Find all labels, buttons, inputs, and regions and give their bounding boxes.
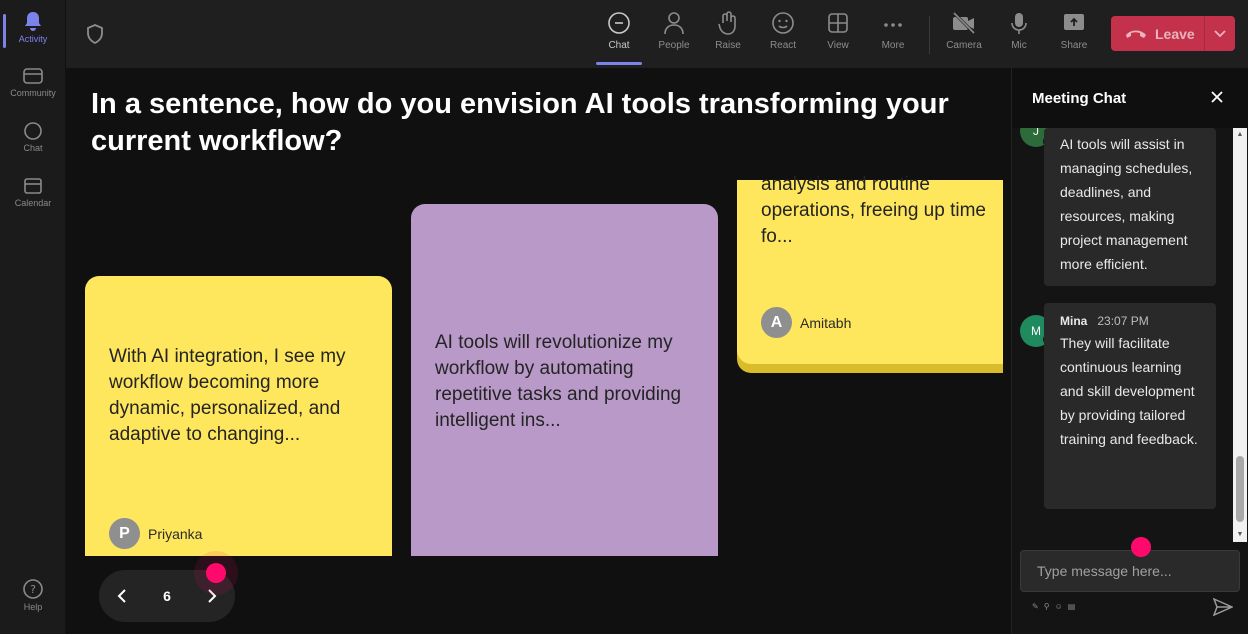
tool-share-label: Share — [1060, 40, 1088, 51]
help-icon: ? — [23, 579, 43, 599]
chat-title: Meeting Chat — [1032, 90, 1127, 107]
tool-people[interactable]: People — [652, 10, 696, 51]
rail-activity[interactable]: Activity — [0, 10, 66, 48]
chat-scrollbar[interactable]: ▲ ▼ — [1233, 128, 1247, 542]
rail-help-label: Help — [23, 602, 43, 612]
rail-calendar[interactable]: Calendar — [0, 176, 66, 208]
leave-button[interactable]: Leave — [1111, 16, 1235, 51]
message-time: 23:07 PM — [1097, 314, 1149, 328]
chevron-down-icon — [1214, 29, 1226, 37]
tool-more[interactable]: More — [871, 10, 915, 51]
avatar: A — [761, 307, 792, 338]
leave-options[interactable] — [1205, 29, 1235, 38]
card-author: A Amitabh — [761, 307, 851, 338]
page-number: 6 — [163, 588, 171, 604]
chat-header: Meeting Chat — [1012, 68, 1248, 128]
tool-people-label: People — [658, 40, 690, 51]
card-text: With AI integration, I see my workflow b… — [109, 346, 346, 445]
send-icon[interactable] — [1213, 598, 1233, 616]
sender-name: Mina — [1060, 314, 1088, 328]
tool-react[interactable]: React — [761, 10, 805, 51]
tool-chat-label: Chat — [608, 40, 630, 51]
tool-camera-label: Camera — [946, 40, 982, 51]
message-text: They will facilitate continuous learning… — [1060, 335, 1198, 447]
tool-raise[interactable]: Raise — [706, 10, 750, 51]
community-icon — [23, 68, 43, 84]
scroll-up-icon[interactable]: ▲ — [1236, 131, 1244, 139]
message-input[interactable]: Type message here... — [1020, 550, 1240, 592]
author-name: Amitabh — [800, 314, 852, 331]
rail-calendar-label: Calendar — [14, 198, 52, 208]
gif-icon[interactable]: ▤ — [1068, 602, 1076, 611]
author-name: Priyanka — [148, 525, 203, 542]
camera-off-icon — [952, 11, 976, 35]
tool-camera[interactable]: Camera — [942, 10, 986, 51]
leave-main[interactable]: Leave — [1111, 16, 1205, 51]
tool-react-label: React — [769, 40, 797, 51]
card-text: AI tools will revolutionize my workflow … — [435, 332, 682, 431]
app-rail: Activity Community Chat Calendar ? Help — [0, 0, 66, 634]
scroll-down-icon[interactable]: ▼ — [1236, 531, 1244, 539]
pointer-dot — [206, 563, 226, 583]
chevron-left-icon[interactable] — [117, 588, 127, 604]
grid-icon — [828, 13, 848, 33]
rail-help[interactable]: ? Help — [0, 578, 66, 612]
meeting-toolbar: Chat People Raise React View More Camera… — [66, 0, 1248, 68]
hand-icon — [718, 11, 736, 35]
phone-hangup-icon — [1126, 30, 1146, 38]
share-screen-icon — [1064, 14, 1084, 30]
svg-text:?: ? — [30, 583, 36, 596]
rail-chat[interactable]: Chat — [0, 121, 66, 153]
response-card[interactable]: analysis and routine operations, freeing… — [737, 174, 1003, 364]
close-icon[interactable] — [1210, 90, 1224, 104]
rail-community-label: Community — [10, 88, 56, 98]
card-text: analysis and routine operations, freeing… — [761, 174, 986, 247]
format-icon[interactable]: ✎ — [1032, 602, 1039, 611]
emoji-icon[interactable]: ☺ — [1055, 602, 1063, 611]
response-card[interactable]: With AI integration, I see my workflow b… — [85, 276, 392, 556]
chat-icon — [608, 12, 630, 34]
question-title: In a sentence, how do you envision AI to… — [91, 88, 949, 157]
avatar: P — [109, 518, 140, 549]
smiley-icon — [772, 12, 794, 34]
rail-community[interactable]: Community — [0, 66, 66, 98]
message-text: AI tools will assist in managing schedul… — [1060, 136, 1193, 272]
chat-message: AI tools will assist in managing schedul… — [1044, 128, 1216, 286]
tool-raise-label: Raise — [715, 40, 741, 51]
tool-view-label: View — [827, 40, 849, 51]
message-input-placeholder: Type message here... — [1037, 563, 1172, 579]
chat-message: Mina 23:07 PM They will facilitate contin… — [1044, 303, 1216, 509]
calendar-icon — [24, 178, 42, 194]
people-icon — [664, 12, 684, 35]
toolbar-separator — [929, 16, 930, 54]
content-stage: In a sentence, how do you envision AI to… — [66, 68, 1011, 634]
tool-mic[interactable]: Mic — [997, 10, 1041, 51]
tool-active-indicator — [596, 62, 642, 65]
tool-share[interactable]: Share — [1052, 10, 1096, 51]
leave-label: Leave — [1155, 25, 1195, 42]
tool-more-label: More — [881, 40, 905, 51]
shield-icon[interactable] — [86, 24, 104, 44]
chat-icon — [24, 122, 42, 140]
response-card[interactable]: AI tools will revolutionize my workflow … — [411, 204, 718, 556]
pointer-dot — [1131, 537, 1151, 557]
rail-activity-label: Activity — [18, 34, 48, 44]
bell-icon — [25, 12, 41, 31]
tool-chat[interactable]: Chat — [597, 10, 641, 51]
message-meta: Mina 23:07 PM — [1060, 313, 1204, 329]
chat-messages: J AI tools will assist in managing sched… — [1012, 128, 1242, 542]
more-icon — [884, 23, 902, 27]
attach-icon[interactable]: ⚲ — [1044, 602, 1050, 611]
rail-chat-label: Chat — [23, 143, 43, 153]
tool-view[interactable]: View — [816, 10, 860, 51]
meeting-chat-panel: Meeting Chat J AI tools will assist in m… — [1011, 68, 1248, 634]
format-toolbar: ✎ ⚲ ☺ ▤ — [1032, 602, 1075, 611]
card-author: P Priyanka — [109, 518, 202, 549]
scrollbar-thumb[interactable] — [1236, 456, 1244, 522]
tool-mic-label: Mic — [1011, 40, 1027, 51]
mic-icon — [1011, 13, 1027, 34]
